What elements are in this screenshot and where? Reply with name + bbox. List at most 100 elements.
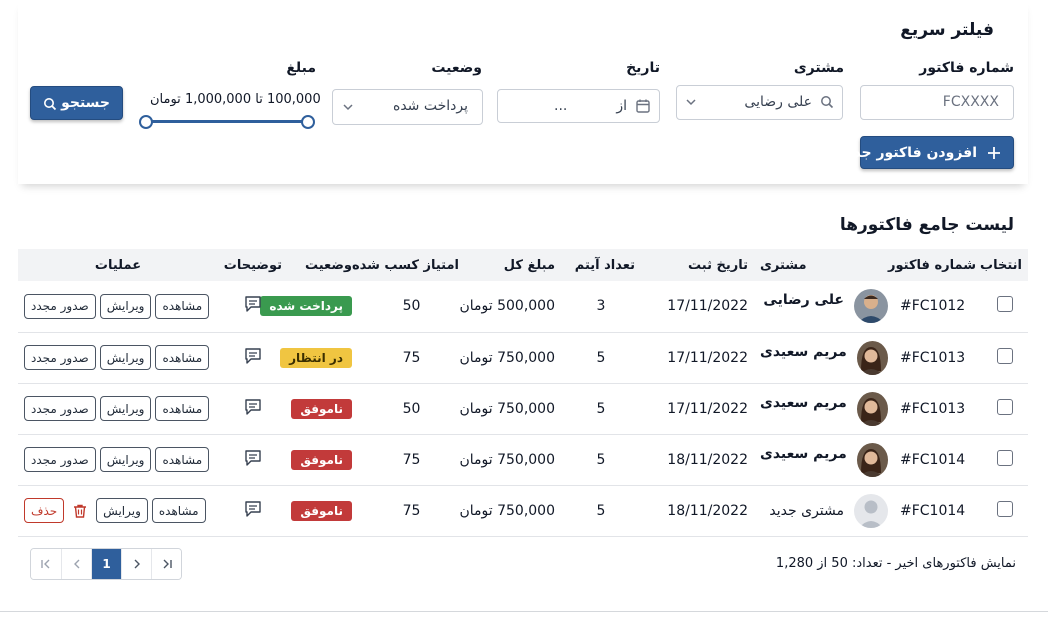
edit-button[interactable]: ویرایش [99, 293, 152, 319]
invoices-table: انتخاب شماره فاکتور مشتری تاریخ ثبت تعدا… [18, 249, 1028, 537]
edit-button[interactable]: ویرایش [99, 396, 152, 421]
customer-name: مریم سعیدی [760, 445, 847, 462]
comment-icon[interactable] [243, 448, 263, 468]
comment-icon[interactable] [243, 294, 263, 314]
edit-button[interactable]: ویرایش [96, 498, 148, 523]
total-amount: 500,000 تومان [459, 298, 555, 315]
prev-page-icon[interactable] [61, 549, 91, 579]
col-date: تاریخ ثبت [688, 257, 748, 273]
quick-filter-panel: فیلتر سریع شماره فاکتور مشتری تاریخ وضعی… [18, 0, 1028, 184]
invoice-number: #FC1014 [900, 502, 966, 519]
item-count: 3 [596, 298, 606, 315]
delete-button[interactable]: حذف [24, 498, 65, 523]
table-row: #FC1013 مریم سعیدی 17/11/2022 5 750,000 توما… [18, 383, 1028, 434]
next-page-icon[interactable] [121, 549, 151, 579]
page-number-current[interactable]: 1 [91, 549, 121, 579]
amount-label: مبلغ [286, 60, 316, 76]
search-icon [820, 95, 834, 113]
invoice-number-placeholder: FCXXXX [942, 94, 999, 110]
calendar-icon [635, 98, 651, 118]
amount-range-text: 100,000 تا 1,000,000 تومان [150, 92, 321, 107]
reissue-button[interactable]: صدور مجدد [24, 396, 96, 421]
plus-icon [987, 146, 1001, 164]
edit-button[interactable]: ویرایش [99, 447, 152, 472]
last-page-icon[interactable] [151, 549, 181, 579]
earned-points: 75 [402, 349, 421, 366]
customer-name: علی رضایی [763, 292, 844, 309]
total-amount: 750,000 تومان [459, 349, 555, 366]
item-count: 5 [596, 400, 606, 417]
row-checkbox[interactable] [997, 296, 1013, 313]
customer-name: مریم سعیدی [760, 343, 847, 360]
table-row: #FC1012 علی رضایی 17/11/2022 3 500,000 تومان… [18, 281, 1028, 332]
amount-max-handle[interactable] [301, 115, 315, 129]
row-checkbox[interactable] [997, 347, 1013, 364]
view-button[interactable]: مشاهده [155, 396, 210, 421]
amount-min-handle[interactable] [139, 115, 153, 129]
reissue-button[interactable]: صدور مجدد [24, 293, 96, 319]
comment-icon[interactable] [243, 397, 263, 417]
add-invoice-button[interactable]: افزودن فاکتور جدید [840, 136, 1014, 169]
col-invoice-number: شماره فاکتور [888, 257, 976, 273]
comment-icon[interactable] [243, 346, 263, 366]
chevron-down-icon [342, 101, 354, 117]
add-invoice-label: افزودن فاکتور جدید [840, 145, 977, 161]
row-checkbox[interactable] [997, 500, 1013, 517]
customer-label: مشتری [793, 60, 844, 76]
row-checkbox[interactable] [997, 449, 1013, 466]
view-button[interactable]: مشاهده [151, 498, 206, 523]
invoice-number-label: شماره فاکتور [919, 60, 1014, 76]
date-input[interactable]: ... از [497, 89, 660, 123]
invoice-number: #FC1013 [900, 349, 966, 366]
row-checkbox[interactable] [997, 398, 1013, 415]
status-badge: ناموفق [291, 398, 352, 419]
col-select: انتخاب [980, 257, 1022, 273]
view-button[interactable]: مشاهده [155, 345, 210, 370]
view-button[interactable]: مشاهده [155, 447, 210, 472]
status-badge: ناموفق [291, 449, 352, 470]
reissue-button[interactable]: صدور مجدد [24, 345, 96, 370]
customer-name: مشتری جدید [769, 502, 844, 519]
customer-name: مریم سعیدی [760, 394, 847, 411]
customer-select[interactable]: علی رضایی [676, 85, 843, 120]
trash-icon[interactable] [72, 503, 88, 519]
invoice-date: 17/11/2022 [667, 400, 748, 417]
list-title: لیست جامع فاکتورها [839, 215, 1014, 235]
bottom-divider [0, 611, 1048, 612]
invoice-date: 17/11/2022 [667, 349, 748, 366]
avatar [856, 340, 888, 375]
col-amount: مبلغ کل [503, 257, 555, 273]
edit-button[interactable]: ویرایش [99, 345, 152, 370]
total-amount: 750,000 تومان [459, 451, 555, 468]
view-button[interactable]: مشاهده [155, 293, 210, 319]
status-badge: پرداخت شده [260, 296, 352, 317]
status-badge: در انتظار [280, 347, 352, 368]
date-value: ... [554, 98, 568, 114]
item-count: 5 [596, 502, 606, 519]
earned-points: 50 [402, 400, 421, 417]
invoice-date: 18/11/2022 [667, 502, 748, 519]
earned-points: 75 [402, 451, 421, 468]
table-row: #FC1014 مشتری جدید 18/11/2022 5 750,000 توما… [18, 485, 1028, 536]
total-amount: 750,000 تومان [459, 502, 555, 519]
col-status: وضعیت [304, 257, 352, 273]
list-summary: نمایش فاکتورهای اخیر - تعداد: 50 از 1,28… [775, 556, 1016, 571]
earned-points: 50 [402, 298, 421, 315]
reissue-button[interactable]: صدور مجدد [24, 447, 96, 472]
comment-icon[interactable] [243, 499, 263, 519]
avatar [854, 289, 888, 324]
status-select[interactable]: پرداخت شده [332, 89, 483, 125]
invoice-number-input[interactable]: FCXXXX [860, 85, 1014, 120]
invoice-date: 17/11/2022 [667, 298, 748, 315]
first-page-icon[interactable] [31, 549, 61, 579]
table-row: #FC1013 مریم سعیدی 17/11/2022 5 750,000 توما… [18, 332, 1028, 383]
table-header-row: انتخاب شماره فاکتور مشتری تاریخ ثبت تعدا… [18, 249, 1028, 281]
col-customer: مشتری [760, 257, 807, 273]
customer-value: علی رضایی [744, 94, 812, 110]
invoice-number: #FC1012 [900, 298, 966, 315]
amount-range-track[interactable] [146, 120, 308, 123]
search-icon [43, 97, 57, 115]
search-button-label: جستجو [61, 95, 110, 111]
search-button[interactable]: جستجو [30, 86, 123, 120]
pagination: 1 [30, 548, 182, 580]
